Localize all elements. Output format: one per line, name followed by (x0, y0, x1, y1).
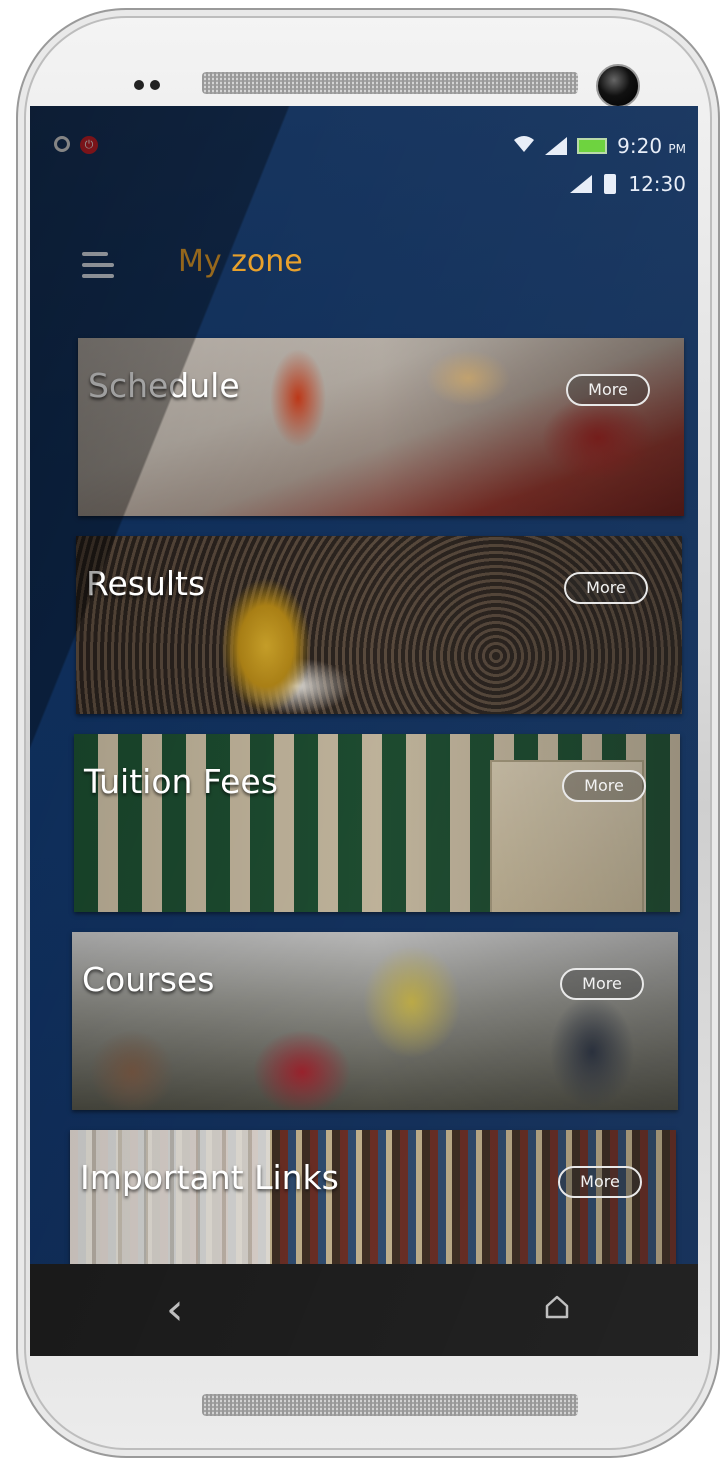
battery-icon (604, 174, 617, 194)
card-schedule[interactable]: Schedule More (78, 338, 684, 516)
back-icon[interactable]: ‹ (166, 1284, 184, 1335)
status-bar: ⏻ 9:20 PM (30, 126, 698, 170)
card-title: Courses (82, 960, 215, 999)
wifi-icon (513, 134, 535, 158)
signal-icon (545, 137, 568, 155)
status-ampm: PM (668, 142, 686, 156)
app-bar: My zone (30, 236, 698, 296)
record-icon: ⏻ (80, 136, 98, 154)
card-tuition-fees[interactable]: Tuition Fees More (74, 734, 680, 912)
screen: ⏻ 9:20 PM 12:30 My zone Schedule More Re… (30, 106, 698, 1356)
card-title: Schedule (88, 366, 240, 405)
secondary-time: 12:30 (628, 172, 686, 196)
navigation-bar: ‹ (30, 1264, 698, 1356)
sensor-dot (134, 80, 144, 90)
more-button[interactable]: More (558, 1166, 642, 1198)
page-title: My zone (178, 244, 303, 279)
front-camera (596, 64, 640, 108)
secondary-status-bar: 12:30 (570, 172, 686, 196)
card-important-links[interactable]: Important Links More (70, 1130, 676, 1264)
bottom-speaker-grille (202, 1394, 578, 1416)
card-title: Results (86, 564, 206, 603)
more-button[interactable]: More (566, 374, 650, 406)
card-title: Tuition Fees (84, 762, 278, 801)
sensor-dot (150, 80, 160, 90)
hamburger-menu-icon[interactable] (82, 252, 114, 278)
card-results[interactable]: Results More (76, 536, 682, 714)
battery-icon (577, 138, 608, 154)
card-title: Important Links (80, 1158, 339, 1197)
home-icon[interactable] (544, 1294, 570, 1320)
more-button[interactable]: More (564, 572, 648, 604)
more-button[interactable]: More (560, 968, 644, 1000)
more-button[interactable]: More (562, 770, 646, 802)
top-speaker-grille (202, 72, 578, 94)
card-courses[interactable]: Courses More (72, 932, 678, 1110)
ring-icon (54, 136, 70, 152)
status-time: 9:20 (617, 134, 663, 158)
signal-icon (570, 175, 593, 193)
